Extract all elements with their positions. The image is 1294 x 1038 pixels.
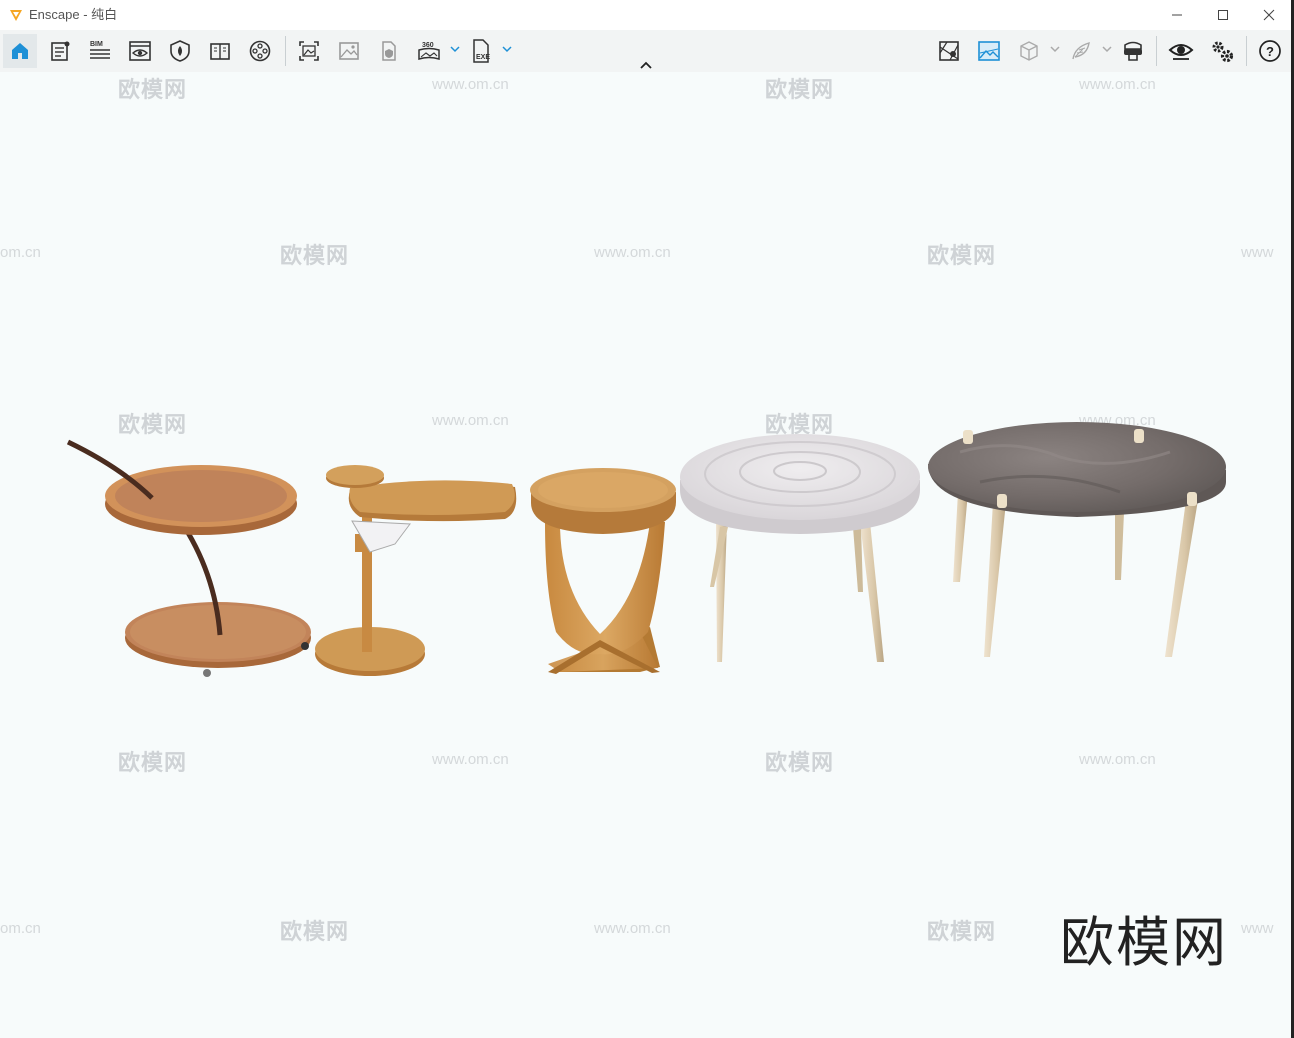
svg-text:EXE: EXE [476, 54, 490, 61]
shield-light-icon [170, 40, 190, 62]
visual-settings-eye-icon [1168, 44, 1194, 60]
render-viewport[interactable]: 欧模网 www.om.cn 欧模网 www.om.cn om.cn 欧模网 ww… [0, 72, 1294, 1038]
image-icon [339, 42, 359, 60]
vr-headset-button[interactable] [1116, 34, 1150, 68]
svg-text:BIM: BIM [90, 41, 103, 48]
grey-stone-table [928, 422, 1226, 657]
bim-icon: BIM [90, 41, 110, 59]
book-icon [210, 43, 230, 60]
minimize-icon [1172, 14, 1182, 16]
library-button[interactable] [203, 34, 237, 68]
panorama-button[interactable]: 360 [412, 34, 446, 68]
feather-icon [1072, 42, 1090, 60]
main-toolbar: BIM 360 EXE ? [0, 30, 1294, 72]
collapse-toolbar-icon[interactable] [639, 60, 653, 70]
close-icon [1263, 9, 1275, 21]
minimize-button[interactable] [1154, 0, 1200, 30]
map-icon [939, 41, 959, 61]
scene-render [66, 422, 1226, 677]
chevron-down-icon[interactable] [502, 44, 512, 54]
cube-button[interactable] [1012, 34, 1046, 68]
help-button[interactable]: ? [1253, 34, 1287, 68]
oak-round-table [530, 468, 676, 674]
map-button[interactable] [932, 34, 966, 68]
home-button[interactable] [3, 34, 37, 68]
atmosphere-button[interactable] [972, 34, 1006, 68]
enscape-logo-icon [10, 10, 22, 21]
view-eye-icon [129, 41, 151, 61]
panorama-icon: 360 [418, 42, 440, 61]
general-settings-button[interactable] [1205, 34, 1239, 68]
feather-button[interactable] [1064, 34, 1098, 68]
site-corner-watermark: 欧模网 [1060, 911, 1228, 974]
tray-side-table [66, 439, 311, 677]
document-button[interactable] [43, 34, 77, 68]
batch-render-button[interactable] [332, 34, 366, 68]
title-bar: Enscape - 纯白 [0, 0, 1294, 30]
toolbar-separator [285, 36, 286, 66]
document-icon [51, 41, 70, 61]
settings-gears-icon [1212, 41, 1234, 63]
chevron-down-icon[interactable] [1050, 44, 1060, 54]
visual-settings-button[interactable] [1164, 34, 1198, 68]
adjustable-side-table [315, 465, 517, 676]
toolbar-separator [1246, 36, 1247, 66]
window-title: Enscape - 纯白 [29, 7, 118, 22]
web-standalone-button[interactable] [372, 34, 406, 68]
view-button[interactable] [123, 34, 157, 68]
chevron-down-icon[interactable] [450, 44, 460, 54]
exe-file-icon: EXE [473, 39, 490, 63]
screenshot-icon [299, 41, 319, 61]
maximize-button[interactable] [1200, 0, 1246, 30]
screenshot-button[interactable] [292, 34, 326, 68]
light-button[interactable] [163, 34, 197, 68]
film-reel-icon [249, 40, 271, 62]
export-exe-button[interactable]: EXE [464, 34, 498, 68]
toolbar-separator [1156, 36, 1157, 66]
video-button[interactable] [243, 34, 277, 68]
white-marble-table [680, 434, 920, 662]
cube-icon [1020, 41, 1038, 61]
file-shield-icon [382, 41, 396, 61]
picture-icon [978, 41, 1000, 61]
close-button[interactable] [1246, 0, 1292, 30]
svg-text:?: ? [1266, 44, 1274, 59]
vr-headset-icon [1124, 41, 1142, 61]
help-icon: ? [1259, 40, 1281, 62]
bim-button[interactable]: BIM [83, 34, 117, 68]
maximize-icon [1218, 10, 1228, 20]
home-icon [12, 43, 28, 59]
chevron-down-icon[interactable] [1102, 44, 1112, 54]
